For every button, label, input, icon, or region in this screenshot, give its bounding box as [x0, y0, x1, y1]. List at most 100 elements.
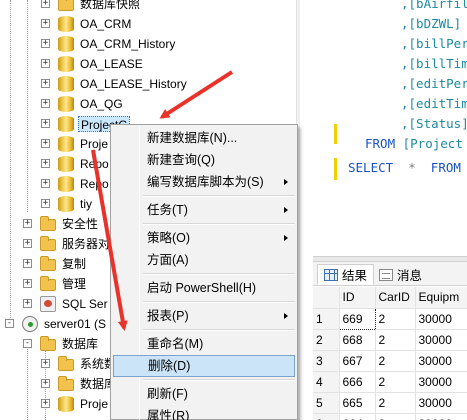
- tree-node-label[interactable]: Repo: [78, 176, 111, 192]
- menu-item[interactable]: 刷新(F): [113, 383, 295, 405]
- row-number[interactable]: 5: [313, 392, 340, 414]
- expand-icon[interactable]: +: [41, 59, 50, 68]
- menu-item[interactable]: 策略(O): [113, 227, 295, 249]
- tree-node-label[interactable]: 安全性: [60, 216, 100, 232]
- sql-identifier: [Project: [395, 136, 463, 151]
- tree-node[interactable]: + OA_LEASE: [0, 54, 300, 74]
- tree-node-label[interactable]: 复制: [60, 256, 88, 272]
- table-row[interactable]: 4 666 2 30000: [313, 371, 467, 393]
- table-cell[interactable]: 2: [375, 371, 416, 393]
- expand-icon[interactable]: +: [41, 119, 50, 128]
- menu-item[interactable]: 启动 PowerShell(H): [113, 277, 295, 299]
- table-row[interactable]: 1 669 2 30000: [313, 307, 467, 330]
- expand-icon[interactable]: +: [41, 79, 50, 88]
- expand-icon[interactable]: +: [23, 259, 32, 268]
- row-number[interactable]: 3: [313, 350, 340, 372]
- table-cell[interactable]: 30000: [415, 308, 467, 330]
- tree-node[interactable]: + OA_CRM: [0, 14, 300, 34]
- table-cell[interactable]: 30000: [415, 371, 467, 393]
- row-number[interactable]: 2: [313, 329, 340, 351]
- tree-node-label[interactable]: OA_LEASE_History: [78, 76, 189, 92]
- table-cell[interactable]: 2: [375, 308, 416, 330]
- table-row[interactable]: 2 668 2 30000: [313, 329, 467, 351]
- tree-node-label[interactable]: OA_LEASE: [78, 56, 145, 72]
- tree-node[interactable]: + OA_LEASE_History: [0, 74, 300, 94]
- tree-node-label[interactable]: Repo: [78, 156, 111, 172]
- column-header[interactable]: CarID: [375, 287, 416, 309]
- tree-node-label[interactable]: 数据库快照: [78, 0, 142, 12]
- menu-item[interactable]: 编写数据库脚本为(S): [113, 171, 295, 193]
- tree-node[interactable]: + OA_QG: [0, 94, 300, 114]
- menu-item[interactable]: 报表(P): [113, 305, 295, 327]
- table-cell[interactable]: 664: [339, 413, 376, 420]
- row-number[interactable]: 4: [313, 371, 340, 393]
- tree-node-label[interactable]: 管理: [60, 276, 88, 292]
- table-row[interactable]: 3 667 2 30000: [313, 350, 467, 372]
- tree-node-label[interactable]: OA_QG: [78, 96, 125, 112]
- table-cell[interactable]: 667: [339, 350, 376, 372]
- table-row[interactable]: 6664230000: [313, 413, 467, 420]
- tree-node-label[interactable]: 服务器对: [60, 236, 112, 252]
- results-tab[interactable]: 消息: [373, 264, 428, 285]
- tree-node-label[interactable]: 数据库: [60, 336, 100, 352]
- expand-icon[interactable]: +: [41, 359, 50, 368]
- tree-node[interactable]: + 数据库快照: [0, 0, 300, 14]
- tree-node-label[interactable]: server01 (S: [42, 316, 108, 332]
- table-cell[interactable]: 665: [339, 392, 376, 414]
- menu-item[interactable]: 方面(A): [113, 249, 295, 271]
- tree-node[interactable]: + OA_CRM_History: [0, 34, 300, 54]
- menu-item[interactable]: 新建查询(Q): [113, 149, 295, 171]
- table-cell[interactable]: 30000: [415, 392, 467, 414]
- column-header[interactable]: Equipm: [415, 287, 467, 309]
- tree-node-label[interactable]: Proje: [78, 136, 110, 152]
- tree-node-label[interactable]: OA_CRM_History: [78, 36, 177, 52]
- expand-icon[interactable]: +: [23, 219, 32, 228]
- row-number[interactable]: 1: [313, 308, 340, 330]
- tree-node-label[interactable]: tiy: [78, 196, 94, 212]
- table-row[interactable]: 5 665 2 30000: [313, 392, 467, 414]
- expand-icon[interactable]: +: [41, 139, 50, 148]
- column-header[interactable]: ID: [339, 287, 376, 309]
- expand-icon[interactable]: +: [23, 239, 32, 248]
- menu-item[interactable]: 重命名(M): [113, 333, 295, 355]
- row-number[interactable]: 6: [313, 413, 340, 420]
- folder-icon: [58, 376, 74, 391]
- results-tab[interactable]: 结果: [317, 264, 375, 285]
- table-cell[interactable]: 669: [338, 307, 376, 330]
- table-cell[interactable]: 30000: [415, 350, 467, 372]
- results-grid[interactable]: ID CarID Equipm 1 669 2 30000 2 668 2 30000 3 667 2 3…: [313, 287, 467, 420]
- menu-item[interactable]: 删除(D): [113, 355, 295, 377]
- expand-icon[interactable]: +: [41, 159, 50, 168]
- expand-icon[interactable]: +: [41, 199, 50, 208]
- code-line: ,[bDZWL]: [401, 14, 461, 34]
- collapse-icon[interactable]: -: [5, 319, 14, 328]
- expand-icon[interactable]: +: [23, 299, 32, 308]
- expand-icon[interactable]: +: [41, 39, 50, 48]
- menu-item[interactable]: 属性(R): [113, 405, 295, 420]
- expand-icon[interactable]: +: [41, 379, 50, 388]
- column-header[interactable]: [313, 287, 340, 309]
- query-editor[interactable]: ,[bAirfil ,[bDZWL] ,[billPer ,[billTim ,[edi…: [313, 0, 467, 256]
- table-cell[interactable]: 2: [375, 329, 416, 351]
- tree-node-label[interactable]: Proje: [78, 396, 110, 412]
- expand-icon[interactable]: +: [41, 0, 50, 8]
- sql-operator: *: [393, 160, 431, 175]
- table-cell[interactable]: 2: [375, 413, 416, 420]
- expand-icon[interactable]: +: [41, 19, 50, 28]
- expand-icon[interactable]: +: [23, 279, 32, 288]
- table-cell[interactable]: 666: [339, 371, 376, 393]
- table-cell[interactable]: 2: [375, 350, 416, 372]
- expand-icon[interactable]: +: [41, 99, 50, 108]
- expand-icon[interactable]: +: [41, 399, 50, 408]
- table-cell[interactable]: 30000: [415, 329, 467, 351]
- tree-node-label[interactable]: OA_CRM: [78, 16, 133, 32]
- menu-item[interactable]: 任务(T): [113, 199, 295, 221]
- code-line: ,[Status]: [401, 114, 467, 134]
- table-cell[interactable]: 30000: [415, 413, 467, 420]
- collapse-icon[interactable]: -: [23, 339, 32, 348]
- table-cell[interactable]: 2: [375, 392, 416, 414]
- table-cell[interactable]: 668: [339, 329, 376, 351]
- tree-node-label[interactable]: SQL Ser: [60, 296, 110, 312]
- menu-item[interactable]: 新建数据库(N)...: [113, 127, 295, 149]
- expand-icon[interactable]: +: [41, 179, 50, 188]
